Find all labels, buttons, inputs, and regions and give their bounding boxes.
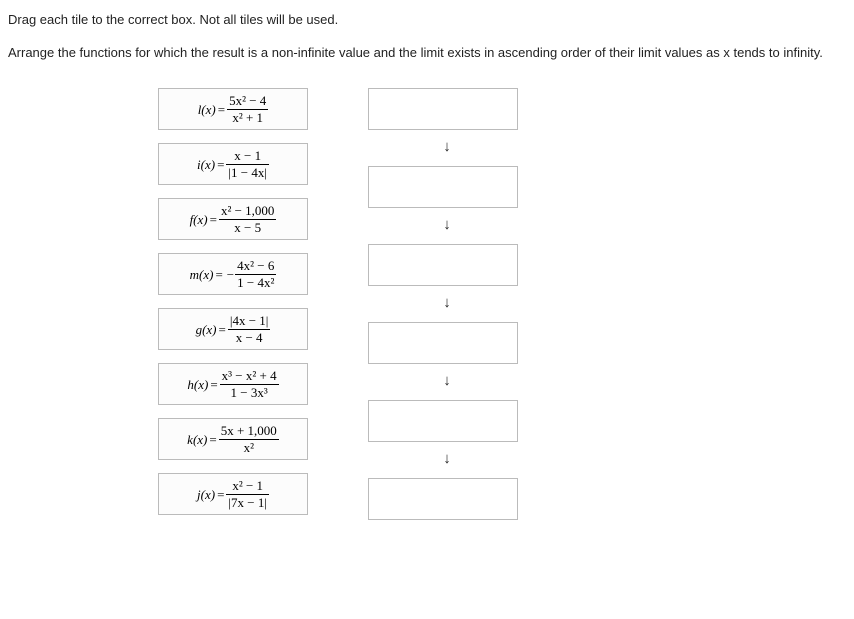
frac-den: x²	[219, 440, 279, 455]
tile-fn: h(x)	[187, 378, 208, 391]
tile-frac: 4x² − 6 1 − 4x²	[235, 259, 276, 289]
tile-frac: 5x + 1,000 x²	[219, 424, 279, 454]
dropbox-4[interactable]	[368, 322, 518, 364]
frac-num: 5x + 1,000	[219, 424, 279, 440]
tile-f[interactable]: f(x) = x² − 1,000 x − 5	[158, 198, 308, 240]
tile-fn: k(x)	[187, 433, 207, 446]
tile-h[interactable]: h(x) = x³ − x² + 4 1 − 3x³	[158, 363, 308, 405]
tile-j[interactable]: j(x) = x² − 1 |7x − 1|	[158, 473, 308, 515]
frac-num: x² − 1	[226, 479, 269, 495]
dropbox-3[interactable]	[368, 244, 518, 286]
frac-den: 1 − 4x²	[235, 275, 276, 290]
frac-num: x² − 1,000	[219, 204, 276, 220]
tile-fn: m(x)	[190, 268, 214, 281]
tile-fn: i(x)	[197, 158, 215, 171]
dropbox-2[interactable]	[368, 166, 518, 208]
tile-m[interactable]: m(x) = − 4x² − 6 1 − 4x²	[158, 253, 308, 295]
tile-frac: |4x − 1| x − 4	[228, 314, 271, 344]
tile-g[interactable]: g(x) = |4x − 1| x − 4	[158, 308, 308, 350]
tile-k[interactable]: k(x) = 5x + 1,000 x²	[158, 418, 308, 460]
tile-frac: 5x² − 4 x² + 1	[227, 94, 268, 124]
dropbox-1[interactable]	[368, 88, 518, 130]
frac-num: x³ − x² + 4	[220, 369, 279, 385]
tile-frac: x − 1 |1 − 4x|	[226, 149, 269, 179]
frac-num: 5x² − 4	[227, 94, 268, 110]
tile-eq: =	[208, 378, 219, 391]
tile-frac: x³ − x² + 4 1 − 3x³	[220, 369, 279, 399]
arrow-down-icon: ↓	[441, 216, 453, 233]
tile-eq: =	[216, 103, 227, 116]
instructions-text: Drag each tile to the correct box. Not a…	[8, 12, 846, 27]
dropbox-5[interactable]	[368, 400, 518, 442]
tile-eq: =	[213, 268, 224, 281]
tile-eq: =	[215, 158, 226, 171]
tile-fn: f(x)	[190, 213, 208, 226]
tile-frac: x² − 1,000 x − 5	[219, 204, 276, 234]
work-area: l(x) = 5x² − 4 x² + 1 i(x) = x − 1 |1 − …	[158, 88, 846, 558]
frac-den: x² + 1	[227, 110, 268, 125]
tile-frac: x² − 1 |7x − 1|	[226, 479, 269, 509]
tile-fn: j(x)	[197, 488, 215, 501]
tile-eq: =	[208, 213, 219, 226]
arrow-down-icon: ↓	[441, 138, 453, 155]
dropbox-6[interactable]	[368, 478, 518, 520]
tile-fn: l(x)	[198, 103, 216, 116]
tile-fn: g(x)	[196, 323, 217, 336]
frac-num: 4x² − 6	[235, 259, 276, 275]
frac-den: x − 5	[219, 220, 276, 235]
tile-i[interactable]: i(x) = x − 1 |1 − 4x|	[158, 143, 308, 185]
frac-den: |1 − 4x|	[226, 165, 269, 180]
frac-den: |7x − 1|	[226, 495, 269, 510]
arrow-down-icon: ↓	[441, 372, 453, 389]
frac-num: |4x − 1|	[228, 314, 271, 330]
arrow-down-icon: ↓	[441, 450, 453, 467]
frac-den: x − 4	[228, 330, 271, 345]
tile-eq: =	[207, 433, 218, 446]
arrow-down-icon: ↓	[441, 294, 453, 311]
prompt-text: Arrange the functions for which the resu…	[8, 45, 846, 60]
frac-den: 1 − 3x³	[220, 385, 279, 400]
tile-eq: =	[215, 488, 226, 501]
tile-l[interactable]: l(x) = 5x² − 4 x² + 1	[158, 88, 308, 130]
frac-num: x − 1	[226, 149, 269, 165]
tile-eq: =	[217, 323, 228, 336]
tile-neg: −	[225, 268, 235, 281]
